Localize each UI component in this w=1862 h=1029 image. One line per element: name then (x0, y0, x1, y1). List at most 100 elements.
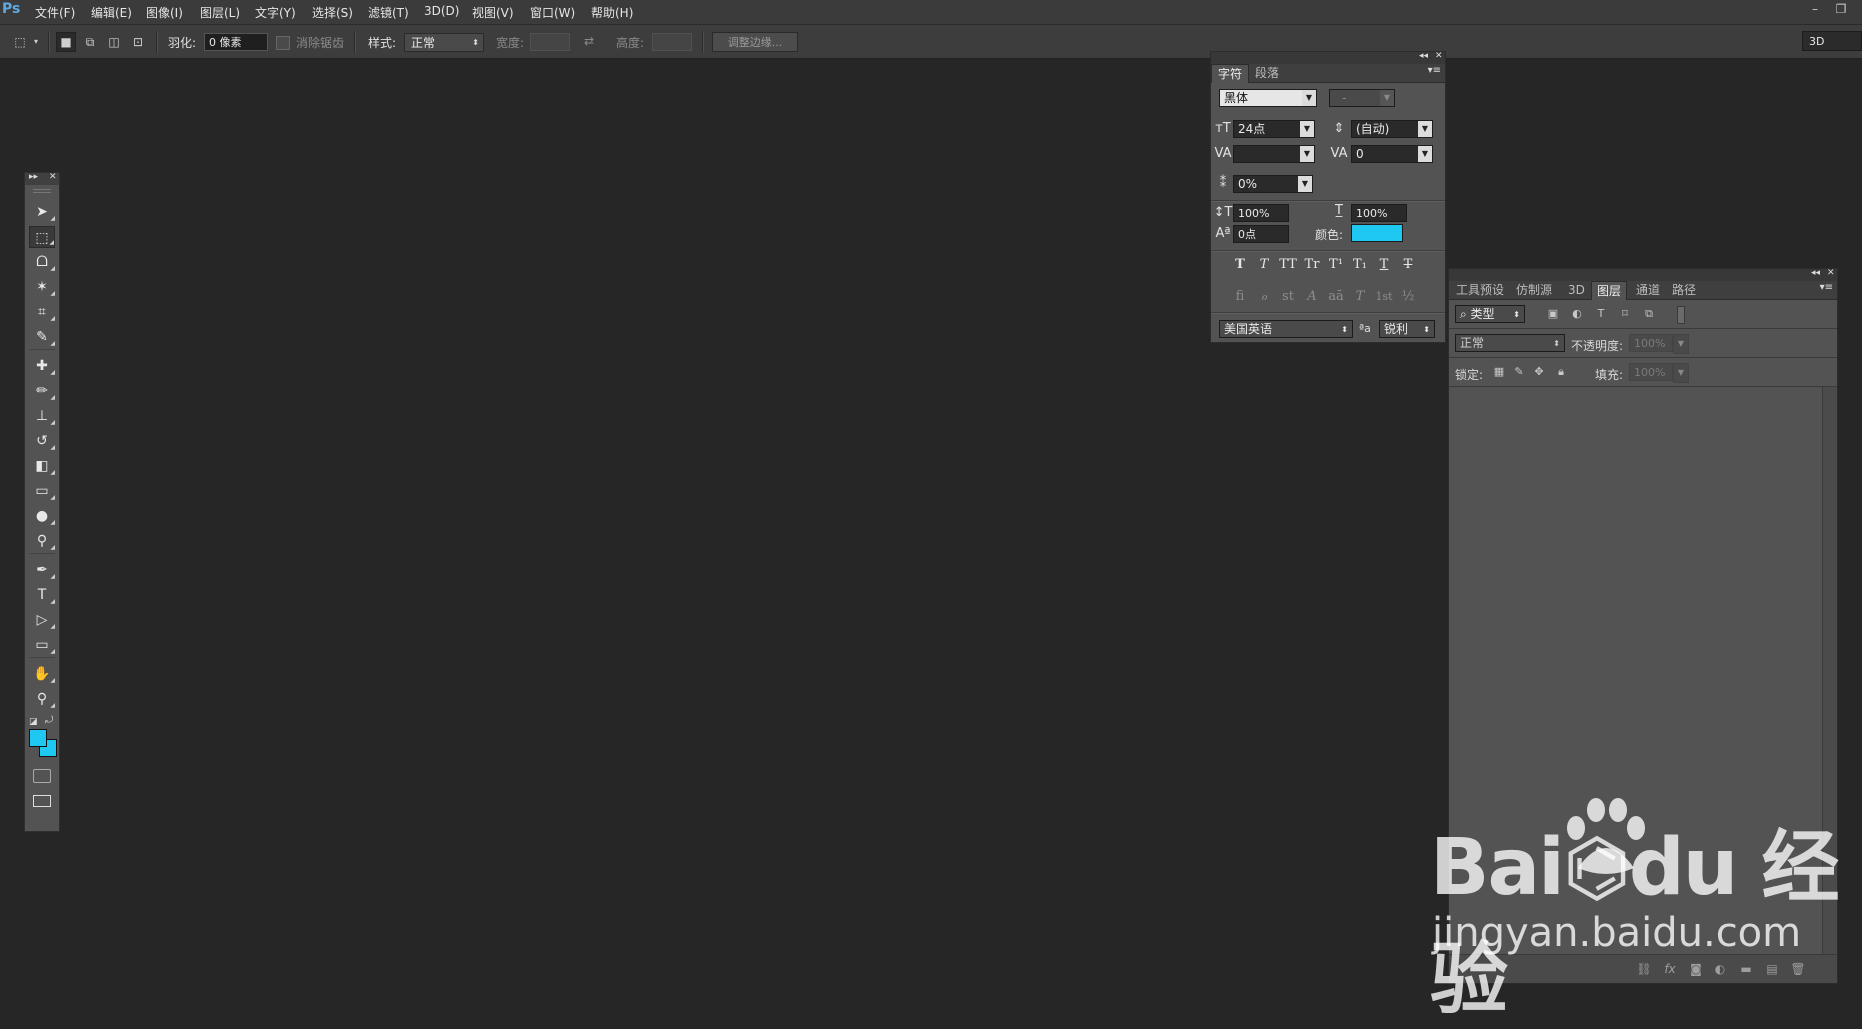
new-selection-icon[interactable]: ■ (56, 32, 76, 52)
lock-transparency-icon[interactable]: ▦ (1491, 364, 1507, 380)
magic-wand-tool-icon[interactable]: ✶ ◢ (29, 276, 55, 298)
antialias-select[interactable]: 锐利 ⬍ (1379, 320, 1435, 338)
lock-pixels-icon[interactable]: ✎ (1511, 364, 1527, 380)
menu-type[interactable]: 文字(Y) (255, 4, 296, 21)
subscript-button[interactable]: T₁ (1349, 256, 1371, 274)
gradient-tool-icon[interactable]: ▭ ◢ (29, 480, 55, 502)
panel-title-bar[interactable]: ◂◂ ✕ (1449, 268, 1837, 281)
panel-menu-icon[interactable]: ▾≡ (1428, 65, 1441, 76)
language-select[interactable]: 美国英语 ⬍ (1219, 320, 1353, 338)
stylistic-alternates-button[interactable]: aā (1325, 288, 1347, 306)
tab-paths[interactable]: 路径 (1667, 281, 1701, 299)
chevron-down-icon[interactable]: ▼ (1673, 363, 1689, 383)
hand-tool-icon[interactable]: ✋ ◢ (29, 663, 55, 685)
tab-clone-source[interactable]: 仿制源 (1511, 281, 1557, 299)
eraser-tool-icon[interactable]: ◧ ◢ (29, 455, 55, 477)
small-caps-button[interactable]: Tr (1301, 256, 1323, 274)
style-select[interactable]: 正常 ⬍ (404, 33, 484, 52)
crop-tool-icon[interactable]: ⌗ ◢ (29, 301, 55, 323)
swap-colors-icon[interactable]: ⤾ (45, 715, 53, 726)
leading-select[interactable]: (自动) ▼ (1351, 120, 1433, 138)
chevron-down-icon[interactable]: ▼ (1673, 334, 1689, 354)
tools-panel-header[interactable]: ▸▸ ✕ (25, 172, 59, 185)
all-caps-button[interactable]: TT (1277, 256, 1299, 274)
tab-channels[interactable]: 通道 (1631, 281, 1665, 299)
menu-3d[interactable]: 3D(D) (424, 4, 459, 18)
default-colors-icon[interactable]: ◪ (29, 717, 38, 727)
dodge-tool-icon[interactable]: ⚲ ◢ (29, 530, 55, 552)
minimize-icon[interactable]: – (1806, 2, 1824, 18)
type-layer-filter-icon[interactable]: T (1593, 306, 1609, 322)
path-selection-tool-icon[interactable]: ▷ ◢ (29, 609, 55, 631)
collapse-icon[interactable]: ◂◂ (1811, 268, 1820, 278)
discretionary-ligatures-button[interactable]: st (1277, 288, 1299, 306)
menu-select[interactable]: 选择(S) (312, 4, 353, 21)
brush-tool-icon[interactable]: ✏ ◢ (29, 380, 55, 402)
tab-paragraph[interactable]: 段落 (1249, 64, 1285, 82)
close-icon[interactable]: ✕ (49, 172, 57, 182)
font-size-select[interactable]: 24点 ▼ (1233, 120, 1315, 138)
expand-icon[interactable]: ▸▸ (29, 172, 38, 182)
old-style-button[interactable]: ℴ (1253, 288, 1275, 306)
ordinals-button[interactable]: 1st (1373, 288, 1395, 306)
menu-file[interactable]: 文件(F) (35, 4, 75, 21)
width-input[interactable] (530, 33, 570, 51)
close-icon[interactable]: ✕ (1435, 51, 1443, 61)
blend-mode-select[interactable]: 正常 ⬍ (1455, 334, 1565, 352)
marquee-tool-icon[interactable]: ⬚ ◢ (29, 226, 55, 248)
pen-tool-icon[interactable]: ✒ ◢ (29, 559, 55, 581)
tab-3d[interactable]: 3D (1563, 281, 1590, 299)
menu-edit[interactable]: 编辑(E) (91, 4, 132, 21)
tracking-select[interactable]: 0 ▼ (1351, 145, 1433, 163)
close-icon[interactable]: ✕ (1827, 268, 1835, 278)
foreground-color-swatch[interactable] (29, 729, 47, 747)
grip-handle[interactable] (33, 189, 51, 193)
tab-layers[interactable]: 图层 (1591, 281, 1628, 300)
marquee-preset-icon[interactable]: ⬚ (10, 32, 30, 52)
lasso-tool-icon[interactable]: ᗝ ◢ (29, 251, 55, 273)
faux-bold-button[interactable]: T (1229, 256, 1251, 274)
collapse-icon[interactable]: ◂◂ (1419, 51, 1428, 61)
menu-window[interactable]: 窗口(W) (530, 4, 575, 21)
screen-mode-icon[interactable] (33, 795, 51, 807)
panel-title-bar[interactable]: ◂◂ ✕ (1211, 51, 1445, 64)
pixel-layer-filter-icon[interactable]: ▣ (1545, 306, 1561, 322)
quick-mask-icon[interactable] (33, 769, 51, 783)
type-tool-icon[interactable]: T ◢ (29, 584, 55, 606)
menu-image[interactable]: 图像(I) (146, 4, 183, 21)
tsume-select[interactable]: 0% ▼ (1233, 175, 1313, 193)
height-input[interactable] (652, 33, 692, 51)
opacity-input[interactable]: 100% (1629, 334, 1673, 352)
tab-tool-presets[interactable]: 工具预设 (1451, 281, 1509, 299)
zoom-tool-icon[interactable]: ⚲ ◢ (29, 688, 55, 710)
adjustment-layer-filter-icon[interactable]: ◐ (1569, 306, 1585, 322)
lock-position-icon[interactable]: ✥ (1531, 364, 1547, 380)
feather-input[interactable]: 0 像素 (204, 33, 268, 51)
menu-filter[interactable]: 滤镜(T) (368, 4, 409, 21)
strikethrough-button[interactable]: T (1397, 256, 1419, 274)
fractions-button[interactable]: ½ (1397, 288, 1419, 306)
shape-layer-filter-icon[interactable]: ⌑ (1617, 306, 1633, 322)
preset-dropdown-icon[interactable]: ▾ (30, 32, 42, 52)
text-color-swatch[interactable] (1351, 224, 1403, 242)
font-style-select[interactable]: - ▼ (1329, 89, 1395, 107)
menu-layer[interactable]: 图层(L) (200, 4, 240, 21)
faux-italic-button[interactable]: T (1253, 256, 1275, 274)
history-brush-tool-icon[interactable]: ↺ ◢ (29, 430, 55, 452)
superscript-button[interactable]: T¹ (1325, 256, 1347, 274)
baseline-shift-input[interactable]: 0点 (1233, 225, 1289, 243)
swap-width-height-icon[interactable]: ⇄ (584, 34, 594, 48)
ligatures-button[interactable]: fi (1229, 288, 1251, 306)
filter-kind-select[interactable]: ⌕ 类型 ⬍ (1455, 305, 1525, 323)
font-family-select[interactable]: 黑体 ▼ (1219, 89, 1317, 107)
clone-stamp-tool-icon[interactable]: ⊥ ◢ (29, 405, 55, 427)
antialias-checkbox[interactable] (276, 36, 290, 50)
underline-button[interactable]: T (1373, 256, 1395, 274)
healing-brush-tool-icon[interactable]: ✚ ◢ (29, 355, 55, 377)
menu-view[interactable]: 视图(V) (472, 4, 514, 21)
tab-character[interactable]: 字符 (1211, 64, 1250, 83)
blur-tool-icon[interactable]: ● ◢ (29, 505, 55, 527)
workspace-switcher[interactable]: 3D (1802, 31, 1862, 51)
rectangle-tool-icon[interactable]: ▭ ◢ (29, 634, 55, 656)
move-tool-icon[interactable]: ➤ ◢ (29, 201, 55, 223)
